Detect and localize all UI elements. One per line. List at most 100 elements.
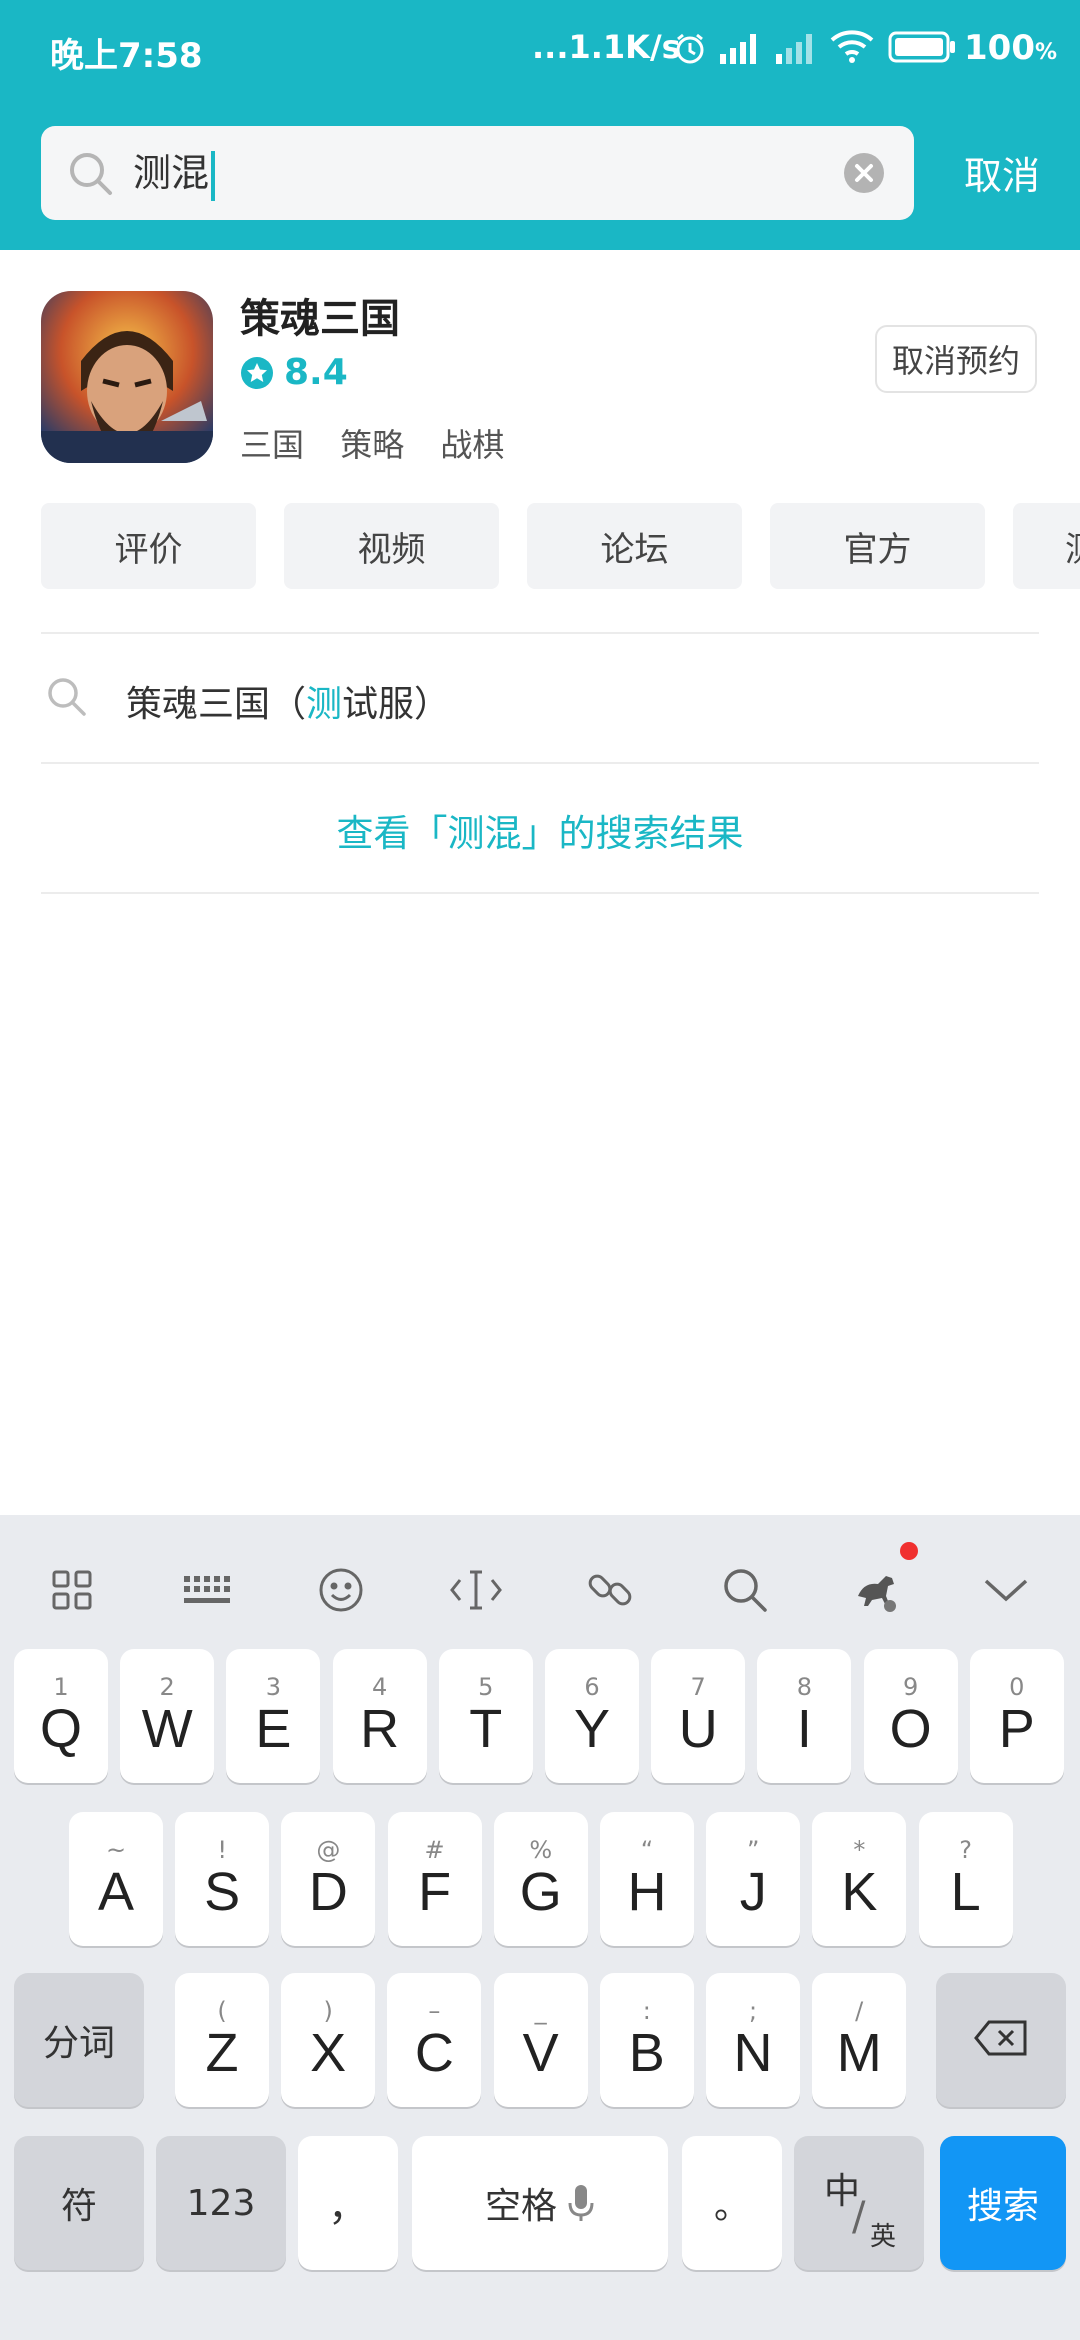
key-d[interactable]: @ D (281, 1812, 376, 1946)
key-secondary-label: * (853, 1836, 866, 1864)
tab-forum[interactable]: 论坛 (527, 503, 742, 589)
key-f[interactable]: # F (387, 1812, 482, 1946)
search-input[interactable]: 测混 (133, 144, 216, 202)
slash-divider: / (852, 2194, 866, 2240)
star-icon (240, 356, 274, 390)
key-secondary-label: 1 (53, 1673, 69, 1701)
key-b[interactable]: :B (599, 1973, 694, 2107)
key-v[interactable]: _ V (493, 1973, 588, 2107)
key-e[interactable]: 3E (226, 1649, 321, 1783)
key-h[interactable]: “H (600, 1812, 694, 1946)
key-label: X (310, 2023, 347, 2083)
status-time: 晚上7:58 (50, 36, 203, 76)
symbols-key[interactable]: 符 (14, 2136, 144, 2270)
divider (41, 762, 1039, 764)
period-key[interactable]: 。 (682, 2136, 782, 2270)
key-k[interactable]: * K (812, 1812, 907, 1946)
game-title[interactable]: 策魂三国 (240, 286, 400, 344)
cursor-move-icon[interactable] (446, 1560, 506, 1620)
key-l[interactable]: ? L (918, 1812, 1013, 1946)
key-secondary-label: ( (217, 1997, 227, 2025)
key-x[interactable]: ) X (281, 1973, 376, 2107)
key-q[interactable]: 1Q (14, 1649, 108, 1783)
key-secondary-label: ” (746, 1836, 760, 1864)
key-secondary-label: 6 (584, 1673, 600, 1701)
search-query-text: 测混 (133, 151, 210, 195)
search-box[interactable]: 测混 (41, 126, 914, 220)
cancel-button[interactable]: 取消 (964, 145, 1040, 200)
key-label: Y (573, 1699, 611, 1759)
key-secondary-label: _ (534, 1997, 547, 2025)
suggestion-item[interactable]: 策魂三国（测试服） (41, 635, 1039, 763)
search-icon (45, 675, 89, 723)
key-t[interactable]: 5T (438, 1649, 533, 1783)
key-u[interactable]: 7U (651, 1649, 746, 1783)
space-key[interactable]: 空格 (412, 2136, 668, 2270)
key-o[interactable]: 9O (863, 1649, 958, 1783)
signal-icon (720, 30, 764, 68)
horse-theme-icon[interactable] (849, 1560, 909, 1620)
key-m[interactable]: / M (812, 1973, 907, 2107)
key-secondary-label: : (642, 1997, 651, 2025)
search-icon[interactable] (715, 1560, 775, 1620)
cancel-reservation-button[interactable]: 取消预约 (875, 325, 1037, 393)
key-secondary-label: 7 (690, 1673, 706, 1701)
emoji-icon[interactable] (311, 1560, 371, 1620)
key-c[interactable]: – C (387, 1973, 482, 2107)
key-n[interactable]: ; N (706, 1973, 800, 2107)
key-label: R (360, 1699, 400, 1759)
key-secondary-label: 3 (265, 1673, 282, 1701)
key-y[interactable]: 6Y (545, 1649, 639, 1783)
key-i[interactable]: 8I (757, 1649, 852, 1783)
key-j[interactable]: ” J (706, 1812, 801, 1946)
backspace-key[interactable] (936, 1973, 1066, 2107)
tab-videos[interactable]: 视频 (284, 503, 499, 589)
grid-menu-icon[interactable] (42, 1560, 102, 1620)
key-secondary-label: ~ (105, 1836, 127, 1864)
key-secondary-label: 8 (796, 1673, 813, 1701)
numbers-key[interactable]: 123 (156, 2136, 286, 2270)
key-secondary-label: 9 (902, 1673, 919, 1701)
key-r[interactable]: 4R (332, 1649, 427, 1783)
key-secondary-label: 0 (1009, 1673, 1025, 1701)
key-label: W (141, 1699, 193, 1759)
notification-dot (900, 1542, 918, 1560)
key-a[interactable]: ~ A (69, 1812, 163, 1946)
key-p[interactable]: 0P (969, 1649, 1064, 1783)
game-rating: 8.4 (240, 352, 348, 393)
rating-value: 8.4 (284, 352, 348, 393)
language-switch-key[interactable]: 中 / 英 (794, 2136, 924, 2270)
link-icon[interactable] (580, 1560, 640, 1620)
key-label: O (889, 1699, 932, 1759)
key-secondary-label: # (424, 1836, 445, 1864)
clear-search-icon[interactable] (843, 152, 885, 198)
key-s[interactable]: ! S (175, 1812, 270, 1946)
search-key[interactable]: 搜索 (940, 2136, 1066, 2270)
game-tags: 三国 策略 战棋 (240, 420, 530, 466)
network-speed: ...1.1K/s (532, 28, 681, 66)
key-label: E (255, 1699, 292, 1759)
collapse-keyboard-icon[interactable] (976, 1560, 1036, 1620)
key-secondary-label: % (529, 1836, 553, 1864)
tab-reviews[interactable]: 评价 (41, 503, 256, 589)
divider (41, 892, 1039, 894)
key-g[interactable]: % G (493, 1812, 588, 1946)
segment-key[interactable]: 分词 (14, 1973, 144, 2107)
view-search-results-link[interactable]: 查看「测混」的搜索结果 (0, 770, 1080, 890)
tab-test[interactable]: 测 (1013, 503, 1080, 589)
key-z[interactable]: (Z (175, 1973, 269, 2107)
key-secondary-label: ! (217, 1836, 227, 1864)
tab-official[interactable]: 官方 (770, 503, 985, 589)
key-secondary-label: ? (959, 1836, 972, 1864)
game-icon[interactable] (41, 291, 213, 463)
comma-key[interactable]: ， (298, 2136, 398, 2270)
keyboard-layout-icon[interactable] (177, 1560, 237, 1620)
battery-icon (888, 30, 958, 68)
battery-level: 100% (964, 28, 1058, 68)
key-label: D (308, 1862, 348, 1922)
key-w[interactable]: 2W (120, 1649, 215, 1783)
tag: 战棋 (440, 426, 505, 464)
signal-icon-2 (776, 30, 820, 68)
key-label: U (678, 1699, 718, 1759)
key-label: M (836, 2023, 882, 2083)
